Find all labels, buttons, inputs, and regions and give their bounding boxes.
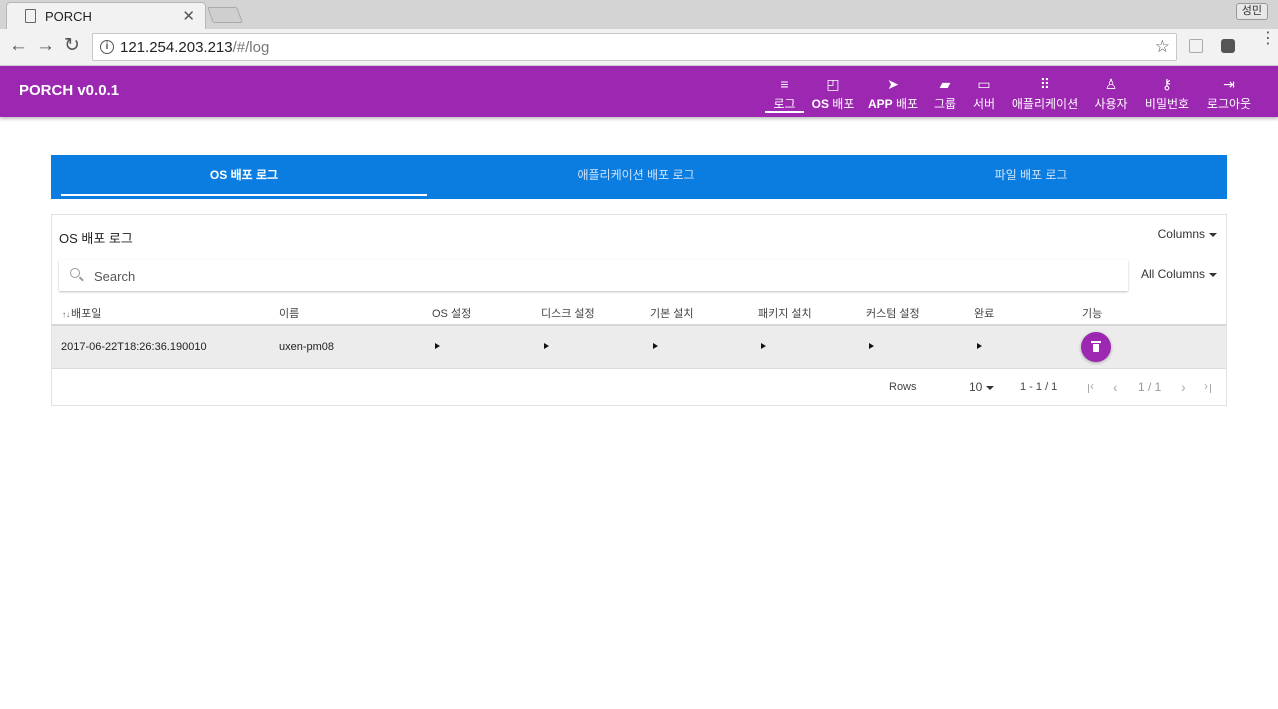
expand-package-install-icon[interactable] xyxy=(761,343,766,349)
tab-close-icon[interactable]: ✕ xyxy=(182,7,195,25)
columns-dropdown[interactable]: Columns xyxy=(1158,227,1217,241)
column-header-disk-config[interactable]: 디스크 설정 xyxy=(541,305,595,321)
cell-name: uxen-pm08 xyxy=(279,341,335,353)
back-icon[interactable]: ← xyxy=(9,35,28,57)
column-header-date[interactable]: ↑↓배포일 xyxy=(62,305,101,321)
search-box xyxy=(59,260,1128,291)
first-page-icon[interactable]: ‹ xyxy=(1088,379,1096,393)
bookmark-star-icon[interactable]: ☆ xyxy=(1155,37,1170,57)
next-page-icon[interactable]: › xyxy=(1181,379,1186,395)
browser-tab[interactable]: PORCH ✕ xyxy=(6,2,206,29)
person-icon: ♙ xyxy=(1104,76,1118,92)
cast-icon: ◰ xyxy=(826,76,840,92)
list-icon: ≡ xyxy=(780,76,789,92)
cell-date: 2017-06-22T18:26:36.190010 xyxy=(61,341,207,353)
send-icon: ➤ xyxy=(887,76,899,92)
column-header-base-install[interactable]: 기본 설치 xyxy=(650,305,694,321)
browser-menu-icon[interactable]: ⋮ xyxy=(1260,31,1276,47)
new-tab-button[interactable] xyxy=(207,7,243,23)
search-input[interactable] xyxy=(94,266,1094,286)
log-table-panel: OS 배포 로그 Columns All Columns ↑↓배포일 이름 OS… xyxy=(51,214,1227,406)
laptop-icon: ▭ xyxy=(977,76,991,92)
app-header: PORCH v0.0.1 ≡ 로그 ◰ OS 배포 ➤ APP 배포 ▰ 그룹 … xyxy=(0,66,1278,117)
row-range: 1 - 1 / 1 xyxy=(1020,381,1058,393)
expand-disk-config-icon[interactable] xyxy=(544,343,549,349)
key-icon: ⚷ xyxy=(1161,76,1173,92)
forward-icon[interactable]: → xyxy=(36,35,55,57)
nav-os-deploy[interactable]: ◰ OS 배포 xyxy=(810,66,856,117)
extension-cast-icon[interactable] xyxy=(1189,39,1203,53)
browser-tabstrip: PORCH ✕ 성민 xyxy=(0,0,1278,29)
nav-group[interactable]: ▰ 그룹 xyxy=(930,66,960,117)
apps-grid-icon: ⠿ xyxy=(1039,76,1051,92)
tab-title: PORCH xyxy=(45,9,92,24)
caret-down-icon xyxy=(986,385,995,390)
address-bar[interactable]: i 121.254.203.213/#/log ☆ xyxy=(92,33,1177,61)
info-icon[interactable]: i xyxy=(100,40,114,54)
column-header-name[interactable]: 이름 xyxy=(279,305,299,321)
log-type-tabs: OS 배포 로그 애플리케이션 배포 로그 파일 배포 로그 xyxy=(51,155,1227,199)
rows-label: Rows xyxy=(889,381,917,393)
extension-shield-icon[interactable] xyxy=(1221,39,1235,53)
tab-os-deploy-log[interactable]: OS 배포 로그 xyxy=(61,155,427,199)
column-header-complete[interactable]: 완료 xyxy=(974,305,994,321)
table-title: OS 배포 로그 xyxy=(59,231,133,246)
trash-icon xyxy=(1091,341,1101,352)
profile-button[interactable]: 성민 xyxy=(1235,3,1268,20)
nav-logout[interactable]: ⇥ 로그아웃 xyxy=(1202,66,1256,117)
expand-os-config-icon[interactable] xyxy=(435,343,440,349)
url-text: 121.254.203.213/#/log xyxy=(120,39,270,56)
browser-toolbar: ← → ↻ i 121.254.203.213/#/log ☆ ⋮ xyxy=(0,29,1278,66)
logout-icon: ⇥ xyxy=(1223,76,1235,92)
nav-server[interactable]: ▭ 서버 xyxy=(968,66,1000,117)
caret-down-icon xyxy=(1209,232,1217,237)
nav-password[interactable]: ⚷ 비밀번호 xyxy=(1140,66,1194,117)
search-icon xyxy=(70,268,80,278)
expand-custom-config-icon[interactable] xyxy=(869,343,874,349)
tab-file-deploy-log[interactable]: 파일 배포 로그 xyxy=(841,155,1221,199)
nav-app-deploy[interactable]: ➤ APP 배포 xyxy=(866,66,920,117)
reload-icon[interactable]: ↻ xyxy=(64,35,80,57)
rows-per-page-select[interactable]: 10 xyxy=(969,380,995,394)
column-header-custom-config[interactable]: 커스텀 설정 xyxy=(866,305,920,321)
table-row[interactable]: 2017-06-22T18:26:36.190010 uxen-pm08 xyxy=(52,326,1226,369)
expand-complete-icon[interactable] xyxy=(977,343,982,349)
last-page-icon[interactable]: › xyxy=(1203,379,1211,393)
prev-page-icon[interactable]: ‹ xyxy=(1113,379,1118,395)
nav-application[interactable]: ⠿ 애플리케이션 xyxy=(1008,66,1082,117)
sort-icon: ↑↓ xyxy=(62,310,70,319)
column-header-actions: 기능 xyxy=(1082,308,1103,320)
page-indicator: 1 / 1 xyxy=(1138,380,1162,394)
column-header-os-config[interactable]: OS 설정 xyxy=(432,305,471,321)
nav-user[interactable]: ♙ 사용자 xyxy=(1090,66,1132,117)
caret-down-icon xyxy=(1209,272,1217,277)
nav-log[interactable]: ≡ 로그 xyxy=(765,66,804,117)
column-header-package-install[interactable]: 패키지 설치 xyxy=(758,305,812,321)
expand-base-install-icon[interactable] xyxy=(653,343,658,349)
page-icon xyxy=(25,9,36,23)
app-title: PORCH v0.0.1 xyxy=(19,82,120,99)
tab-app-deploy-log[interactable]: 애플리케이션 배포 로그 xyxy=(441,155,831,199)
folder-add-icon: ▰ xyxy=(939,76,951,92)
search-scope-dropdown[interactable]: All Columns xyxy=(1141,267,1217,281)
delete-button[interactable] xyxy=(1081,332,1111,362)
